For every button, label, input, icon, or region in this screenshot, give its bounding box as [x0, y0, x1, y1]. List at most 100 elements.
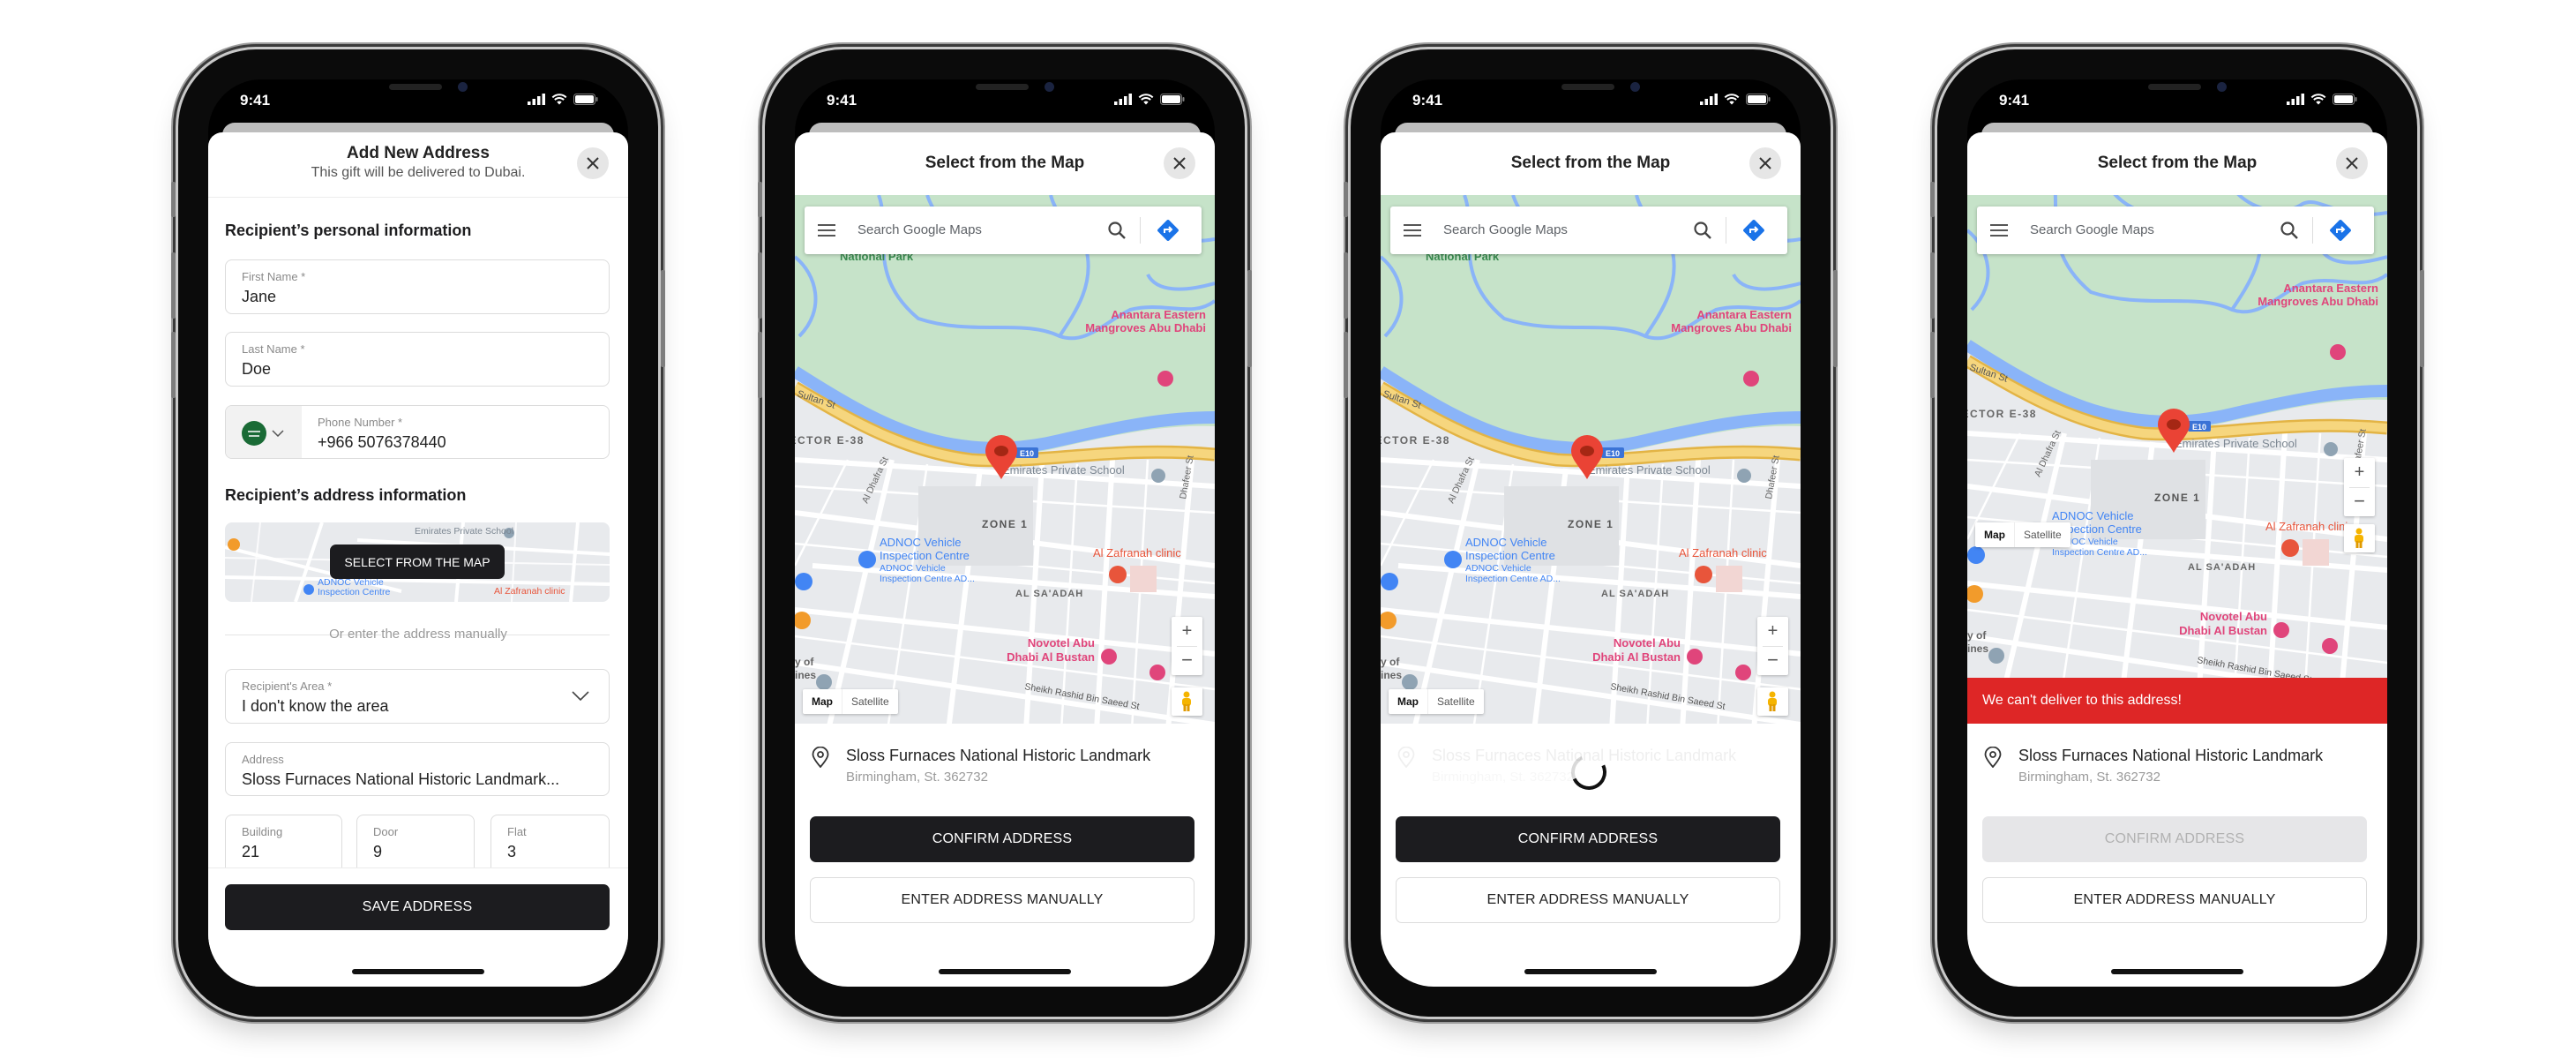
map-type-map[interactable]: Map: [803, 689, 842, 714]
shopping-icon: [1967, 546, 1985, 564]
signal-icon: [1114, 94, 1132, 105]
flat-field[interactable]: Flat 3: [490, 815, 610, 867]
close-button[interactable]: [1164, 147, 1195, 179]
first-name-field[interactable]: First Name * Jane: [225, 259, 610, 314]
map-canvas[interactable]: E10 National Park Anantara Eastern Mangr…: [1967, 195, 2387, 678]
close-button[interactable]: [577, 147, 609, 179]
zoom-out-button[interactable]: −: [1172, 646, 1202, 675]
map-type-satellite[interactable]: Satellite: [2014, 522, 2071, 547]
map-label-adnoc: Inspection Centre: [318, 587, 390, 597]
close-button[interactable]: [2336, 147, 2368, 179]
map-label-embassy: y of: [795, 656, 814, 668]
search-icon[interactable]: [1693, 221, 1712, 240]
search-icon[interactable]: [1107, 221, 1127, 240]
phone-number-field[interactable]: Phone Number * +966 5076378440: [225, 405, 610, 459]
enter-address-manually-button[interactable]: ENTER ADDRESS MANUALLY: [810, 877, 1194, 923]
close-button[interactable]: [1749, 147, 1781, 179]
zoom-in-button[interactable]: +: [2344, 458, 2375, 487]
map-preview[interactable]: Emirates Private School ADNOC Vehicle In…: [225, 522, 610, 602]
battery-icon: [1160, 94, 1185, 105]
map-block: [1716, 566, 1742, 592]
form-scroll-area[interactable]: Recipient’s personal information First N…: [208, 198, 628, 867]
street-view-button[interactable]: [1757, 687, 1788, 716]
close-icon: [1759, 157, 1771, 169]
status-time: 9:41: [827, 92, 857, 109]
home-indicator[interactable]: [939, 969, 1071, 974]
map-label-adnoc-sub: Inspection Centre AD...: [2052, 547, 2147, 558]
chevron-down-icon: [272, 429, 284, 437]
google-map[interactable]: E10 National Park Anantara Eastern Mangr…: [1967, 195, 2387, 678]
google-map[interactable]: E10 National Park Anantara Eastern Mangr…: [1381, 195, 1801, 724]
map-canvas[interactable]: E10 National Park Anantara Eastern Mangr…: [1381, 195, 1801, 724]
speaker-grille: [1561, 84, 1614, 90]
map-canvas[interactable]: E10 National Park Anantara Eastern Mangr…: [795, 195, 1215, 724]
map-type-satellite[interactable]: Satellite: [1427, 689, 1484, 714]
map-label-clinic: Al Zafranah clinic: [2265, 520, 2354, 533]
country-code-selector[interactable]: [226, 406, 302, 458]
home-indicator[interactable]: [352, 969, 484, 974]
map-label-anantara: Anantara Eastern: [2283, 282, 2378, 295]
map-search-placeholder[interactable]: Search Google Maps: [1443, 222, 1568, 237]
place-name: Sloss Furnaces National Historic Landmar…: [846, 747, 1151, 764]
hamburger-menu-icon[interactable]: [1990, 223, 2008, 237]
directions-icon[interactable]: [1156, 218, 1180, 243]
enter-address-manually-button[interactable]: ENTER ADDRESS MANUALLY: [1396, 877, 1780, 923]
map-search-placeholder[interactable]: Search Google Maps: [857, 222, 982, 237]
last-name-field[interactable]: Last Name * Doe: [225, 332, 610, 387]
confirm-address-button[interactable]: CONFIRM ADDRESS: [1396, 816, 1780, 862]
volume-down-button: [1344, 332, 1348, 398]
map-label-adnoc: ADNOC Vehicle: [2052, 509, 2133, 522]
search-icon[interactable]: [2280, 221, 2299, 240]
battery-icon: [1746, 94, 1771, 105]
zoom-in-button[interactable]: +: [1757, 617, 1788, 646]
hotel-icon: [1101, 649, 1117, 665]
google-map[interactable]: E10 National Park Anantara Eastern Mangr…: [795, 195, 1215, 724]
map-search-bar[interactable]: Search Google Maps: [1390, 207, 1787, 254]
hotel-icon: [2322, 638, 2338, 654]
front-camera: [2217, 82, 2227, 92]
first-name-label: First Name *: [242, 270, 306, 283]
page-title: Select from the Map: [925, 154, 1085, 172]
zoom-in-button[interactable]: +: [1172, 617, 1202, 646]
map-search-bar[interactable]: Search Google Maps: [805, 207, 1202, 254]
home-indicator[interactable]: [2111, 969, 2243, 974]
address-field[interactable]: Address Sloss Furnaces National Historic…: [225, 742, 610, 796]
map-type-satellite[interactable]: Satellite: [842, 689, 898, 714]
map-type-map[interactable]: Map: [1975, 522, 2014, 547]
street-view-button[interactable]: [1172, 687, 1202, 716]
map-search-bar[interactable]: Search Google Maps: [1977, 207, 2374, 254]
building-field[interactable]: Building 21: [225, 815, 342, 867]
page-title: Select from the Map: [2097, 154, 2258, 172]
directions-icon[interactable]: [2328, 218, 2353, 243]
directions-icon[interactable]: [1741, 218, 1766, 243]
map-label-adnoc-sub: ADNOC Vehicle: [1465, 563, 1531, 574]
save-address-button[interactable]: SAVE ADDRESS: [225, 884, 610, 930]
confirm-address-button[interactable]: CONFIRM ADDRESS: [1982, 816, 2367, 862]
volume-up-button: [1344, 252, 1348, 319]
close-icon: [587, 157, 599, 169]
hamburger-menu-icon[interactable]: [818, 223, 835, 237]
screen-add-address: 9:41 Add New Address This gift will be d…: [208, 79, 628, 987]
map-label-clinic: Al Zafranah clinic: [1093, 546, 1181, 560]
door-field[interactable]: Door 9: [356, 815, 475, 867]
enter-address-manually-button[interactable]: ENTER ADDRESS MANUALLY: [1982, 877, 2367, 923]
recipient-area-select[interactable]: Recipient's Area * I don't know the area: [225, 669, 610, 724]
battery-icon: [573, 94, 598, 105]
page-title: Add New Address: [347, 144, 490, 162]
home-indicator[interactable]: [1524, 969, 1657, 974]
zoom-out-button[interactable]: −: [2344, 487, 2375, 516]
map-label-zone: ZONE 1: [982, 518, 1028, 530]
confirm-address-button[interactable]: CONFIRM ADDRESS: [810, 816, 1194, 862]
select-from-map-button[interactable]: SELECT FROM THE MAP: [330, 545, 505, 579]
hamburger-menu-icon[interactable]: [1404, 223, 1421, 237]
map-label-embassy: y of: [1381, 656, 1400, 668]
school-icon: [1737, 469, 1751, 483]
map-label-anantara: Anantara Eastern: [1111, 308, 1206, 321]
status-icons: [1114, 94, 1185, 105]
street-view-button[interactable]: [2344, 524, 2375, 552]
building-label: Building: [242, 825, 283, 838]
map-search-placeholder[interactable]: Search Google Maps: [2030, 222, 2154, 237]
map-type-map[interactable]: Map: [1389, 689, 1427, 714]
map-type-toggle: Map Satellite: [803, 689, 898, 714]
zoom-out-button[interactable]: −: [1757, 646, 1788, 675]
